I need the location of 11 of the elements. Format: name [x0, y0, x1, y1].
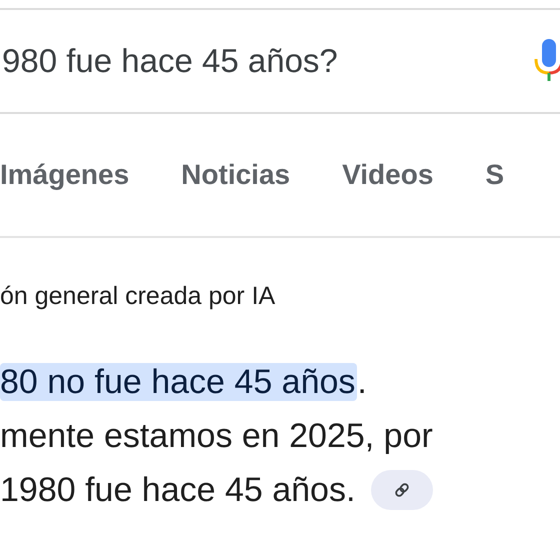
answer-text: mente estamos en 2025, por: [0, 416, 433, 457]
search-tab[interactable]: S: [485, 159, 504, 191]
search-tab[interactable]: Imágenes: [0, 159, 130, 191]
link-button[interactable]: [371, 470, 434, 510]
answer-text: 1980 fue hace 45 años.: [0, 470, 356, 511]
search-tab[interactable]: Videos: [342, 159, 434, 191]
link-icon: [394, 482, 410, 498]
search-query: 980 fue hace 45 años?: [2, 42, 338, 80]
ai-overview-heading: ón general creada por IA: [0, 282, 276, 311]
search-field[interactable]: 980 fue hace 45 años?: [0, 8, 560, 114]
search-tab[interactable]: Noticias: [181, 159, 290, 191]
